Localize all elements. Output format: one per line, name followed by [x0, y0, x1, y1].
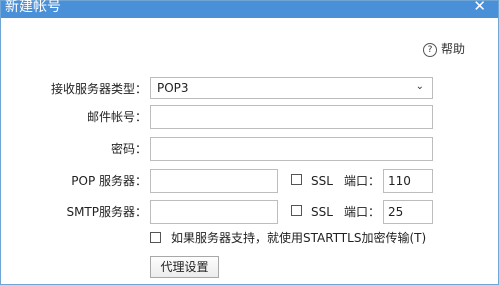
smtp-ssl-label: SSL: [311, 205, 333, 219]
smtp-server-label: SMTP服务器：: [66, 205, 147, 219]
pop-ssl-checkbox[interactable]: [291, 174, 302, 185]
close-icon[interactable]: ✕: [473, 0, 486, 15]
email-account-label: 邮件帐号：: [86, 110, 147, 124]
pop-port-label: 端口：: [344, 174, 381, 188]
smtp-port-label: 端口：: [344, 205, 381, 219]
server-type-select[interactable]: POP3 ⌄: [150, 77, 433, 99]
starttls-label: 如果服务器支持，就使用STARTTLS加密传输(T): [171, 231, 427, 245]
server-type-value: POP3: [157, 81, 189, 95]
help-label: 帮助: [441, 42, 466, 56]
proxy-settings-button[interactable]: 代理设置: [150, 256, 219, 278]
pop-server-label: POP 服务器：: [71, 174, 147, 188]
email-account-field[interactable]: [150, 105, 433, 129]
smtp-port-field[interactable]: [383, 200, 433, 224]
help-link[interactable]: ? 帮助: [423, 41, 465, 57]
pop-port-field[interactable]: [383, 169, 433, 193]
pop-ssl-label: SSL: [311, 174, 333, 188]
password-label: 密码：: [110, 142, 147, 156]
smtp-server-field[interactable]: [150, 200, 278, 224]
starttls-checkbox[interactable]: [150, 232, 161, 243]
new-account-dialog: 新建帐号 ✕ ? 帮助 接收服务器类型： POP3 ⌄ 邮件帐号： 密码： POP…: [0, 0, 499, 285]
smtp-ssl-checkbox[interactable]: [291, 205, 302, 216]
help-circle-icon: ?: [423, 42, 437, 57]
title-bar: 新建帐号 ✕: [1, 0, 498, 18]
password-field[interactable]: [150, 137, 433, 161]
server-type-label: 接收服务器类型：: [50, 82, 147, 96]
dialog-title: 新建帐号: [5, 0, 61, 15]
pop-server-field[interactable]: [150, 169, 278, 193]
chevron-down-icon: ⌄: [415, 81, 424, 92]
